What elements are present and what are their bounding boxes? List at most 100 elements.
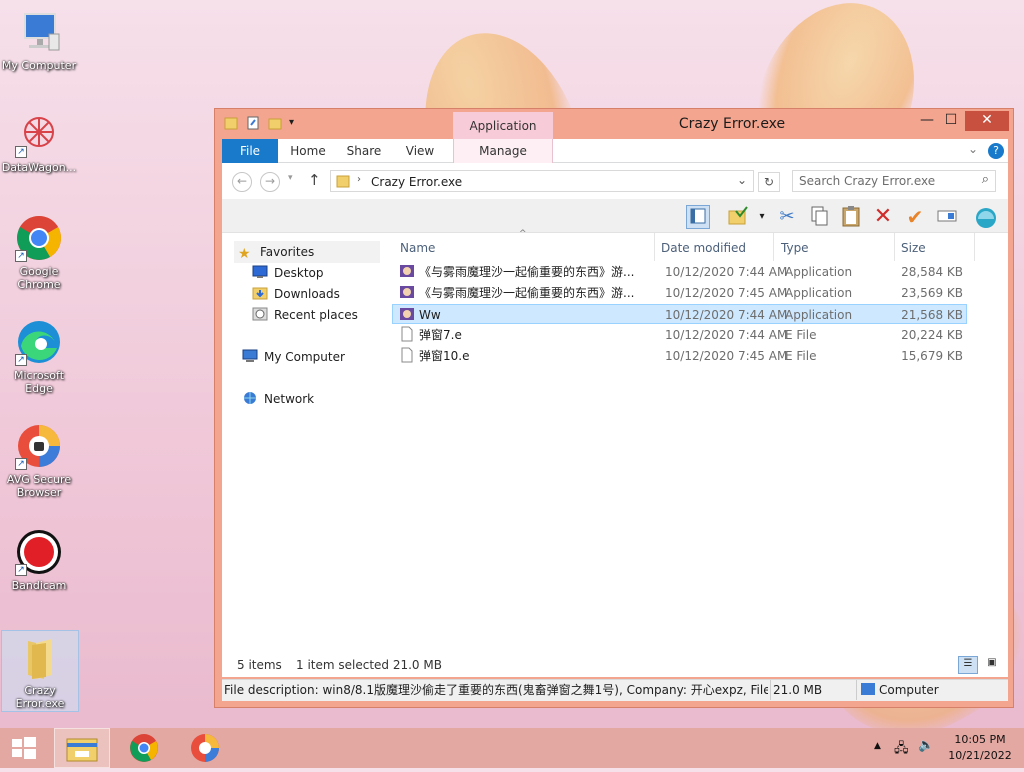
desktop-icon-avg-browser[interactable]: ↗ AVG Secure Browser — [0, 422, 78, 499]
windows-logo-icon — [12, 737, 36, 759]
file-name: 《与雾雨魔理沙一起偷重要的东西》游... — [419, 265, 635, 279]
show-hidden-icons-icon[interactable]: ▲ — [874, 741, 881, 751]
selection-size: 21.0 MB — [770, 680, 822, 700]
details-view-button[interactable]: ☰ — [958, 656, 978, 674]
nav-network[interactable]: Network — [242, 390, 314, 408]
copy-icon[interactable] — [807, 205, 831, 229]
desktop-icon-label: My Computer — [1, 59, 77, 72]
window-title: Crazy Error.exe — [678, 116, 786, 132]
file-row[interactable]: 《与雾雨魔理沙一起偷重要的东西》游... 10/12/2020 7:45 AM … — [392, 283, 967, 303]
forward-button[interactable]: → — [260, 172, 280, 192]
help-icon[interactable]: ? — [988, 143, 1004, 159]
desktop-icon-my-computer[interactable]: My Computer — [0, 8, 78, 72]
cut-icon[interactable]: ✂ — [775, 205, 799, 229]
datawagon-icon: ↗ — [15, 110, 63, 158]
tab-home[interactable]: Home — [288, 139, 328, 163]
desktop-icon-label: Google Chrome — [17, 265, 61, 291]
nav-recent-places[interactable]: Recent places — [252, 306, 358, 324]
file-name: 《与雾雨魔理沙一起偷重要的东西》游... — [419, 286, 635, 300]
desktop-icon-bandicam[interactable]: ↗ Bandicam — [0, 528, 78, 592]
desktop-icon-datawagon[interactable]: ↗ DataWagon... — [0, 110, 78, 174]
custom-toolbar: ▾ ✂ ✕ ✔ — [222, 199, 1008, 233]
delete-icon[interactable]: ✕ — [871, 205, 895, 229]
location-label: Computer — [879, 683, 939, 697]
chevron-right-icon[interactable]: › — [357, 174, 361, 185]
desktop-icon-label: AVG Secure Browser — [6, 473, 72, 499]
back-button[interactable]: ← — [232, 172, 252, 192]
preview-pane-button[interactable] — [686, 205, 710, 229]
nav-downloads[interactable]: Downloads — [252, 285, 340, 303]
sort-ascending-icon: ^ — [519, 229, 527, 239]
column-header-type[interactable]: Type — [781, 241, 809, 255]
tab-file[interactable]: File — [222, 139, 278, 163]
clock-time[interactable]: 10:05 PM — [942, 733, 1018, 746]
paste-icon[interactable] — [839, 205, 863, 229]
application-icon — [400, 306, 414, 322]
network-status-icon[interactable]: 🖧 — [894, 739, 909, 761]
nav-favorites[interactable]: ★ Favorites — [238, 243, 314, 261]
desktop-icon-microsoft-edge[interactable]: ↗ Microsoft Edge — [0, 318, 78, 395]
clock-date[interactable]: 10/21/2022 — [942, 749, 1018, 762]
file-row-selected[interactable]: Ww 10/12/2020 7:44 AM Application 21,568… — [392, 304, 967, 324]
taskbar-chrome[interactable] — [116, 728, 174, 768]
desktop-icon-label: Bandicam — [11, 579, 67, 592]
desktop-icon-label: DataWagon... — [1, 161, 77, 174]
column-separator[interactable] — [894, 233, 895, 261]
search-icon[interactable]: ⌕ — [982, 172, 989, 187]
start-button[interactable] — [0, 728, 48, 768]
file-name: 弹窗7.e — [419, 328, 462, 342]
file-icon — [400, 347, 414, 363]
column-separator[interactable] — [974, 233, 975, 261]
maximize-button[interactable]: ☐ — [937, 111, 965, 131]
tab-share[interactable]: Share — [344, 139, 384, 163]
folder-icon — [16, 635, 64, 681]
chevron-down-icon[interactable]: ▾ — [750, 205, 774, 229]
desktop-icon-crazy-error[interactable]: Crazy Error.exe — [1, 630, 79, 712]
chrome-icon — [130, 734, 158, 762]
edge-icon: ↗ — [15, 318, 63, 366]
ribbon-expand-icon[interactable]: ⌄ — [968, 142, 978, 156]
taskbar: ▲ 🖧 🔈 10:05 PM 10/21/2022 — [0, 728, 1024, 768]
file-row[interactable]: 《与雾雨魔理沙一起偷重要的东西》游... 10/12/2020 7:44 AM … — [392, 262, 967, 282]
explorer-window[interactable]: ▾ Application Tools Crazy Error.exe — ☐ … — [214, 108, 1014, 708]
file-row[interactable]: 弹窗10.e 10/12/2020 7:45 AM E File 15,679 … — [392, 346, 967, 366]
title-bar[interactable]: ▾ Application Tools Crazy Error.exe — ☐ … — [215, 109, 1013, 161]
selection-info: 1 item selected 21.0 MB — [296, 658, 442, 672]
taskbar-avg-browser[interactable] — [176, 728, 234, 768]
up-button[interactable]: ↑ — [308, 171, 321, 189]
file-list[interactable]: ^ Name Date modified Type Size 《与雾雨魔理沙一起… — [382, 229, 1008, 653]
rename-icon[interactable] — [935, 205, 959, 229]
column-header-date[interactable]: Date modified — [661, 241, 746, 255]
nav-desktop[interactable]: Desktop — [252, 264, 324, 282]
large-icons-view-button[interactable]: ▣ — [982, 656, 1002, 674]
recent-locations-icon[interactable]: ▾ — [288, 173, 293, 183]
chevron-down-icon[interactable]: ⌄ — [737, 173, 747, 187]
nav-my-computer[interactable]: My Computer — [242, 348, 345, 366]
column-separator[interactable] — [773, 233, 774, 261]
file-name: 弹窗10.e — [419, 349, 470, 363]
search-placeholder: Search Crazy Error.exe — [799, 174, 936, 188]
address-field[interactable]: › Crazy Error.exe ⌄ — [330, 170, 754, 192]
search-input[interactable]: Search Crazy Error.exe ⌕ — [792, 170, 996, 192]
file-type: E File — [785, 328, 817, 342]
column-separator[interactable] — [654, 233, 655, 261]
tab-manage[interactable]: Manage — [473, 139, 533, 163]
column-header-name[interactable]: Name — [400, 241, 435, 255]
desktop-icon-google-chrome[interactable]: ↗ Google Chrome — [0, 214, 78, 291]
taskbar-file-explorer[interactable] — [54, 728, 110, 768]
volume-icon[interactable]: 🔈 — [918, 738, 934, 753]
refresh-button[interactable]: ↻ — [758, 172, 780, 192]
shell-icon[interactable] — [974, 205, 998, 229]
computer-icon — [15, 8, 63, 56]
file-type: Application — [785, 265, 853, 279]
column-header-size[interactable]: Size — [901, 241, 926, 255]
downloads-icon — [252, 286, 268, 300]
tab-view[interactable]: View — [402, 139, 438, 163]
checkmark-icon[interactable]: ✔ — [903, 205, 927, 229]
computer-icon — [861, 683, 875, 695]
folder-check-icon[interactable] — [726, 205, 750, 229]
file-date: 10/12/2020 7:44 AM — [665, 308, 788, 322]
file-date: 10/12/2020 7:44 AM — [665, 328, 788, 342]
file-row[interactable]: 弹窗7.e 10/12/2020 7:44 AM E File 20,224 K… — [392, 325, 967, 345]
close-button[interactable]: ✕ — [965, 111, 1009, 131]
